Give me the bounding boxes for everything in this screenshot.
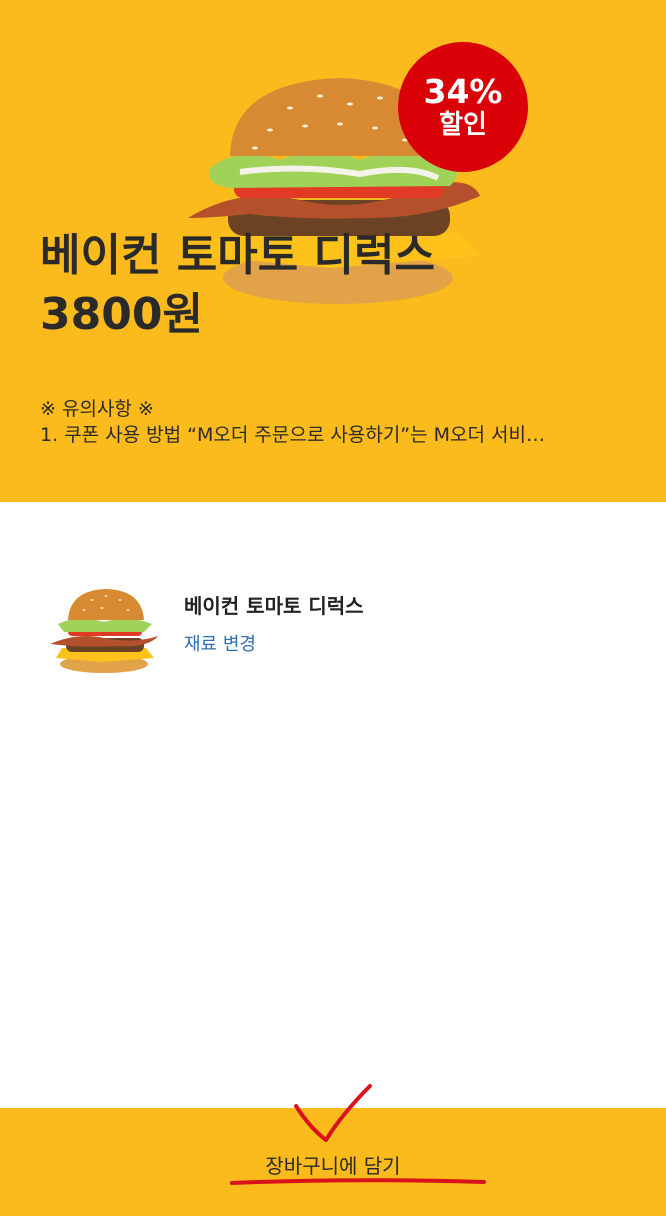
discount-label: 할인 (439, 110, 487, 141)
change-ingredients-link[interactable]: 재료 변경 (184, 630, 256, 656)
notice-heading: ※ 유의사항 ※ (40, 398, 154, 420)
item-name: 베이컨 토마토 디럭스 (184, 594, 364, 618)
product-name: 베이컨 토마토 디럭스 (40, 230, 435, 281)
item-thumbnail-image (50, 589, 158, 673)
discount-percent: 34% (423, 72, 503, 112)
product-price: 3800원 (40, 289, 203, 341)
menu-item-row: 베이컨 토마토 디럭스 재료 변경 (44, 582, 624, 682)
add-to-cart-label: 장바구니에 담기 (265, 1154, 401, 1178)
notice-body[interactable]: 1. 쿠폰 사용 방법 “M오더 주문으로 사용하기”는 M오더 서비… (40, 420, 630, 447)
discount-badge: 34% 할인 (398, 42, 528, 172)
product-hero: 34% 할인 베이컨 토마토 디럭스 3800원 ※ 유의사항 ※ 1. 쿠폰 … (0, 0, 666, 502)
product-title: 베이컨 토마토 디럭스 3800원 (40, 226, 640, 345)
